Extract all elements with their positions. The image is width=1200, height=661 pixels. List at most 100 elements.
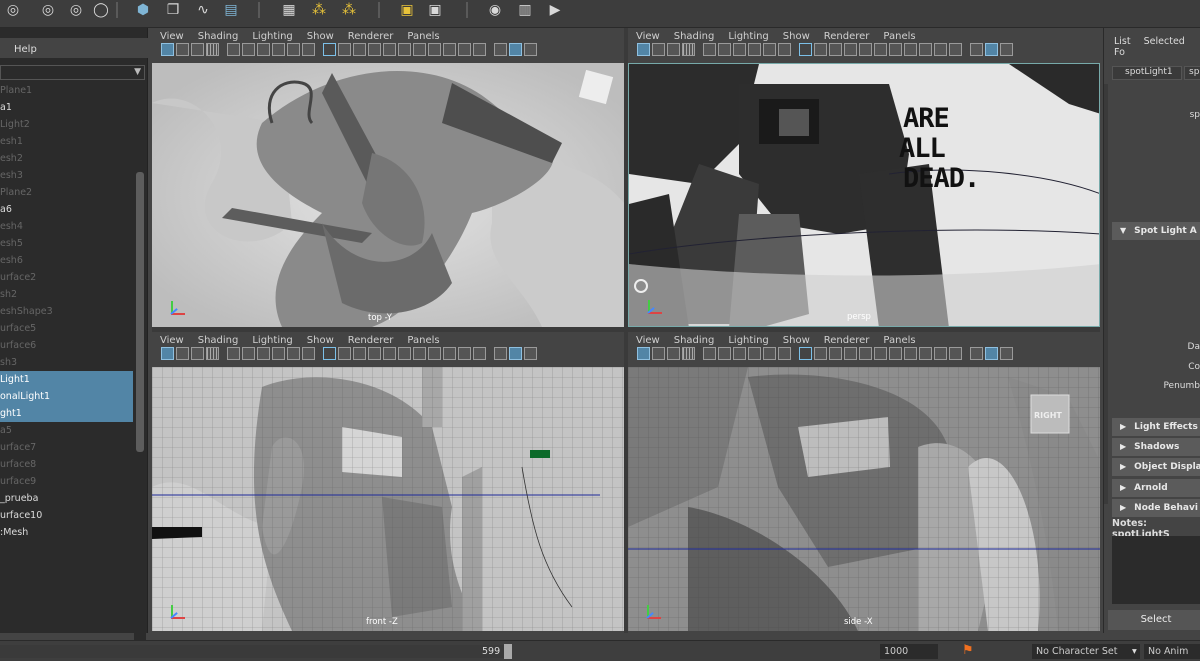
- frame-node-behavior[interactable]: ▶ Node Behavi: [1112, 499, 1200, 517]
- film-gate-icon[interactable]: [718, 347, 731, 360]
- backface-icon[interactable]: [524, 43, 537, 56]
- outliner-item[interactable]: urface7: [0, 439, 133, 456]
- viewport-front[interactable]: front -Z: [152, 367, 624, 631]
- default-material-icon[interactable]: [353, 43, 366, 56]
- character-set-dropdown[interactable]: No Character Set: [1032, 644, 1140, 659]
- sphere-icon[interactable]: ◎: [37, 0, 59, 20]
- outliner-item[interactable]: a6: [0, 201, 133, 218]
- help-menu[interactable]: Help: [14, 44, 37, 55]
- menu-panels[interactable]: Panels: [883, 31, 915, 42]
- cube-icon[interactable]: ⬢: [132, 0, 154, 20]
- motion-blur-icon[interactable]: [904, 347, 917, 360]
- ambient-occlusion-icon[interactable]: [889, 43, 902, 56]
- menu-shading[interactable]: Shading: [198, 335, 239, 346]
- lights-icon[interactable]: [859, 347, 872, 360]
- xray-icon[interactable]: [970, 347, 983, 360]
- xray-icon[interactable]: [970, 43, 983, 56]
- xray-joints-icon[interactable]: [985, 347, 998, 360]
- outliner-item[interactable]: urface6: [0, 337, 133, 354]
- antialiasing-icon[interactable]: [919, 43, 932, 56]
- image-plane-icon[interactable]: [682, 43, 695, 56]
- field-chart-icon[interactable]: [287, 43, 300, 56]
- anim-layer-dropdown[interactable]: No Anim Lay: [1144, 644, 1200, 659]
- lock-camera-icon[interactable]: [652, 347, 665, 360]
- xray-joints-icon[interactable]: [509, 43, 522, 56]
- vertices-x-icon[interactable]: ⁂: [338, 0, 360, 20]
- notes-textarea[interactable]: [1112, 536, 1200, 604]
- outliner-item[interactable]: esh2: [0, 150, 133, 167]
- ambient-occlusion-icon[interactable]: [413, 43, 426, 56]
- outliner-item[interactable]: :Mesh: [0, 524, 133, 541]
- smooth-shade-icon[interactable]: [338, 43, 351, 56]
- textured-icon[interactable]: [844, 347, 857, 360]
- outliner-item[interactable]: sh2: [0, 286, 133, 303]
- shadows-icon[interactable]: [398, 43, 411, 56]
- field-chart-icon[interactable]: [287, 347, 300, 360]
- menu-list[interactable]: List: [1114, 36, 1131, 47]
- xray-icon[interactable]: [494, 43, 507, 56]
- menu-show[interactable]: Show: [783, 335, 810, 346]
- isolate-select-icon[interactable]: [473, 347, 486, 360]
- viewport-persp[interactable]: ARE ALL DEAD. persp: [628, 63, 1100, 327]
- wireframe-icon[interactable]: [799, 43, 812, 56]
- menu-panels[interactable]: Panels: [407, 335, 439, 346]
- xray-joints-icon[interactable]: [985, 43, 998, 56]
- bookmark-icon[interactable]: [191, 347, 204, 360]
- torus-icon[interactable]: ◎: [65, 0, 87, 20]
- ambient-occlusion-icon[interactable]: [889, 347, 902, 360]
- motion-blur-icon[interactable]: [428, 347, 441, 360]
- menu-lighting[interactable]: Lighting: [728, 31, 768, 42]
- grid-icon[interactable]: [703, 347, 716, 360]
- xray-icon[interactable]: [494, 347, 507, 360]
- menu-shading[interactable]: Shading: [674, 335, 715, 346]
- backface-icon[interactable]: [524, 347, 537, 360]
- menu-renderer[interactable]: Renderer: [348, 335, 394, 346]
- textured-icon[interactable]: [368, 43, 381, 56]
- outliner-scroll-thumb[interactable]: [136, 172, 144, 452]
- shadows-icon[interactable]: [398, 347, 411, 360]
- outliner-item[interactable]: a1: [0, 99, 133, 116]
- menu-show[interactable]: Show: [307, 31, 334, 42]
- depth-of-field-icon[interactable]: [934, 347, 947, 360]
- viewport-side[interactable]: RIGHT side -X: [628, 367, 1100, 631]
- menu-renderer[interactable]: Renderer: [824, 335, 870, 346]
- attribute-editor-scrollbar[interactable]: [1104, 84, 1108, 504]
- safe-action-icon[interactable]: [302, 43, 315, 56]
- menu-focus[interactable]: Fo: [1114, 47, 1125, 58]
- backface-icon[interactable]: [1000, 43, 1013, 56]
- viewport-top[interactable]: top -Y: [152, 63, 624, 327]
- menu-panels[interactable]: Panels: [883, 335, 915, 346]
- view-cube[interactable]: RIGHT: [1034, 411, 1062, 420]
- render-sequence-icon[interactable]: ▥: [514, 0, 536, 20]
- outliner-item[interactable]: esh3: [0, 167, 133, 184]
- ambient-occlusion-icon[interactable]: [413, 347, 426, 360]
- safe-action-icon[interactable]: [778, 347, 791, 360]
- gate-mask-icon[interactable]: [272, 347, 285, 360]
- menu-renderer[interactable]: Renderer: [824, 31, 870, 42]
- safe-action-icon[interactable]: [778, 43, 791, 56]
- film-gate-icon[interactable]: [242, 347, 255, 360]
- menu-lighting[interactable]: Lighting: [252, 335, 292, 346]
- checker-icon[interactable]: ▦: [278, 0, 300, 20]
- wireframe-icon[interactable]: [799, 347, 812, 360]
- isolate-select-icon[interactable]: [949, 347, 962, 360]
- resolution-gate-icon[interactable]: [733, 347, 746, 360]
- motion-blur-icon[interactable]: [904, 43, 917, 56]
- default-material-icon[interactable]: [829, 43, 842, 56]
- image-plane-icon[interactable]: [682, 347, 695, 360]
- select-camera-icon[interactable]: [637, 43, 650, 56]
- outliner-item[interactable]: onalLight1: [0, 388, 133, 405]
- outliner-item[interactable]: Light2: [0, 116, 133, 133]
- depth-of-field-icon[interactable]: [458, 347, 471, 360]
- vertices-icon[interactable]: ⁂: [308, 0, 330, 20]
- wireframe-icon[interactable]: [323, 43, 336, 56]
- outliner-item[interactable]: esh1: [0, 133, 133, 150]
- field-chart-icon[interactable]: [763, 43, 776, 56]
- bookmark-icon[interactable]: [667, 43, 680, 56]
- outliner-item[interactable]: urface8: [0, 456, 133, 473]
- shadows-icon[interactable]: [874, 43, 887, 56]
- menu-lighting[interactable]: Lighting: [728, 335, 768, 346]
- outliner-item[interactable]: urface9: [0, 473, 133, 490]
- lights-icon[interactable]: [383, 43, 396, 56]
- outliner-item[interactable]: Plane1: [0, 82, 133, 99]
